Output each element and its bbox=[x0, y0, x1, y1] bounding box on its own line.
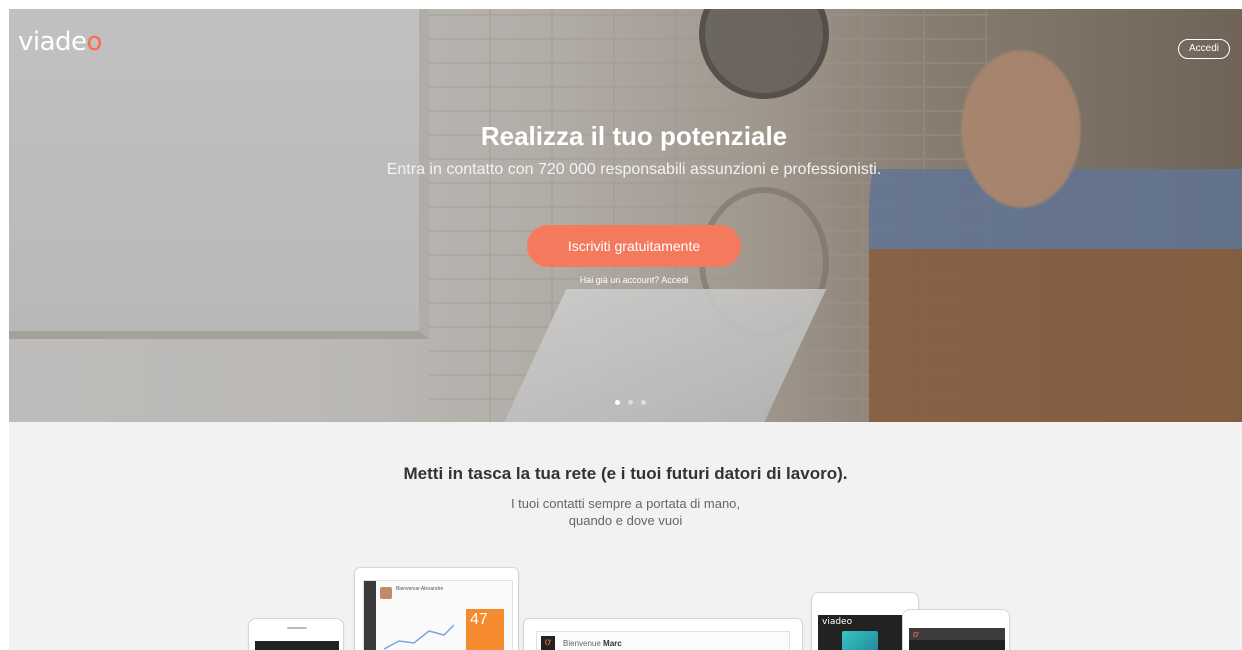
tablet-stat-number: 47 bbox=[466, 609, 504, 650]
section-subtitle-line2: quando e dove vuoi bbox=[568, 513, 683, 528]
desktop-screen: ơ Bienvenue Marc bbox=[536, 631, 790, 650]
phone-thumbnail bbox=[842, 631, 878, 650]
viadeo-mark-icon: ơ bbox=[541, 636, 555, 650]
tablet-chart-icon bbox=[384, 624, 454, 650]
tablet-mockup: Bienvenue Alexandre 47 bbox=[354, 567, 519, 650]
carousel-dot-3[interactable] bbox=[641, 400, 646, 405]
phone-mockup-left bbox=[248, 618, 344, 650]
carousel-dots bbox=[615, 400, 646, 405]
signup-free-button[interactable]: Iscriviti gratuitamente bbox=[527, 225, 741, 267]
mobile-app-section: Metti in tasca la tua rete (e i tuoi fut… bbox=[9, 422, 1242, 650]
desktop-mockup: ơ Bienvenue Marc bbox=[523, 618, 803, 650]
phone-brand-text: viadeo bbox=[822, 617, 853, 627]
phone-app-bar: ơ bbox=[909, 628, 1005, 640]
desktop-welcome-name: Marc bbox=[603, 639, 622, 648]
phone-speaker bbox=[287, 627, 307, 629]
tablet-screen: Bienvenue Alexandre 47 bbox=[363, 580, 513, 650]
viadeo-logo[interactable]: viadeo bbox=[18, 27, 102, 57]
carousel-dot-2[interactable] bbox=[628, 400, 633, 405]
section-title: Metti in tasca la tua rete (e i tuoi fut… bbox=[403, 464, 848, 483]
already-have-account-link[interactable]: Hai già un account? Accedi bbox=[9, 275, 1242, 285]
phone-screen: ơ bbox=[909, 628, 1005, 650]
section-subtitle-line1: I tuoi contatti sempre a portata di mano… bbox=[510, 496, 741, 511]
tablet-sidebar bbox=[364, 581, 376, 650]
logo-mark-icon: o bbox=[86, 27, 103, 57]
desktop-welcome-text: Bienvenue Marc bbox=[563, 639, 622, 648]
signin-button[interactable]: Accedi bbox=[1177, 39, 1230, 59]
page: viadeo Accedi Realizza il tuo potenziale… bbox=[0, 0, 1242, 650]
carousel-dot-1[interactable] bbox=[615, 400, 620, 405]
tablet-welcome-text: Bienvenue Alexandre bbox=[396, 586, 444, 592]
hero-title: Realizza il tuo potenziale bbox=[480, 121, 788, 151]
avatar bbox=[380, 587, 392, 599]
phone-screen bbox=[255, 641, 339, 650]
phone-mockup-right-2: ơ bbox=[902, 609, 1010, 650]
phone-screen: viadeo bbox=[818, 615, 914, 650]
hero-overlay bbox=[9, 9, 1242, 422]
hero-subtitle: Entra in contatto con 720 000 responsabi… bbox=[386, 161, 882, 178]
section-subtitle: I tuoi contatti sempre a portata di mano… bbox=[9, 495, 1242, 529]
hero-banner: viadeo Accedi Realizza il tuo potenziale… bbox=[9, 9, 1242, 422]
logo-text: viade bbox=[18, 27, 87, 57]
viadeo-mark-icon: ơ bbox=[913, 629, 919, 639]
desktop-welcome-prefix: Bienvenue bbox=[563, 639, 601, 648]
